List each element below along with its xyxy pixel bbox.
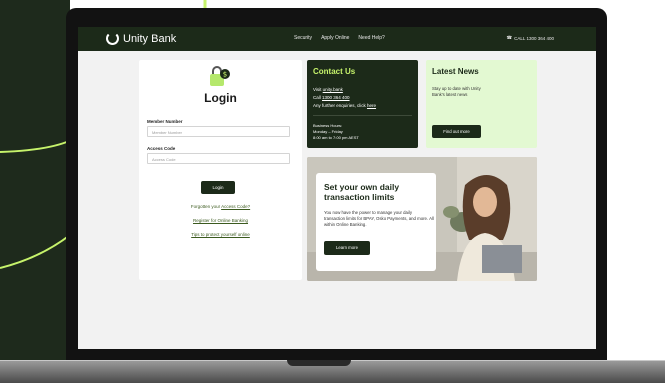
member-number-label: Member Number xyxy=(147,119,183,124)
promo-text: You now have the power to manage your da… xyxy=(324,210,434,227)
contact-call: Call 1300 364 400 xyxy=(313,95,350,100)
access-code-input[interactable]: Access Code xyxy=(147,153,290,164)
website-link[interactable]: unity.bank xyxy=(323,87,343,92)
nav-link-apply[interactable]: Apply Online xyxy=(321,35,349,41)
promo-title: Set your own daily transaction limits xyxy=(324,182,400,202)
contact-card: Contact Us Visit unity.bank Call 1300 36… xyxy=(307,60,418,148)
svg-text:$: $ xyxy=(223,71,227,79)
contact-title: Contact Us xyxy=(313,67,356,76)
unity-ring-icon xyxy=(106,32,119,45)
promo-card: Set your own daily transaction limits Yo… xyxy=(316,173,436,271)
register-link[interactable]: Register for Online Banking xyxy=(139,218,302,223)
tips-link[interactable]: Tips to protect yourself online xyxy=(139,232,302,237)
promo-banner: Set your own daily transaction limits Yo… xyxy=(307,157,537,281)
contact-enquiries: Any further enquiries, click here xyxy=(313,103,376,108)
hours-days: Monday – Friday xyxy=(313,129,343,134)
phone-icon: ☎ xyxy=(506,35,513,40)
call-prefix: Call xyxy=(313,95,323,100)
browser-screen: Unity Bank Security Apply Online Need He… xyxy=(78,27,596,349)
brand-logo[interactable]: Unity Bank xyxy=(106,32,176,45)
laptop-notch xyxy=(287,360,351,366)
login-button[interactable]: Login xyxy=(201,181,235,194)
learn-more-button[interactable]: Learn more xyxy=(324,241,370,255)
hours-time: 8:00 am to 7:00 pm AEST xyxy=(313,135,359,140)
member-number-input[interactable]: Member Number xyxy=(147,126,290,137)
access-code-label: Access Code xyxy=(147,146,176,151)
phone-link[interactable]: 1300 364 400 xyxy=(322,95,350,100)
news-title: Latest News xyxy=(432,67,479,76)
contact-divider xyxy=(313,115,412,116)
login-title: Login xyxy=(204,91,237,105)
news-card: Latest News Stay up to date with Unity B… xyxy=(426,60,537,148)
nav-link-security[interactable]: Security xyxy=(294,35,312,41)
forgot-prefix: Forgotten your xyxy=(190,204,222,209)
hours-title: Business Hours: xyxy=(313,123,343,128)
login-card: $ Login Member Number Member Number Acce… xyxy=(139,60,302,280)
forgot-code-line: Forgotten your Access Code? xyxy=(139,204,302,209)
forgot-code-link[interactable]: Access Code? xyxy=(221,204,250,209)
news-text: Stay up to date with Unity Bank's latest… xyxy=(432,86,481,97)
contact-visit: Visit unity.bank xyxy=(313,87,343,92)
call-text: CALL 1300 364 400 xyxy=(514,35,554,41)
padlock-coin-icon: $ xyxy=(210,66,230,86)
brand-name: Unity Bank xyxy=(123,32,177,45)
visit-prefix: Visit xyxy=(313,87,323,92)
top-nav: Unity Bank Security Apply Online Need He… xyxy=(78,27,596,51)
enquiries-link[interactable]: here xyxy=(367,103,376,108)
call-link[interactable]: ☎ CALL 1300 364 400 xyxy=(507,35,554,41)
find-out-more-button[interactable]: Find out more xyxy=(432,125,481,138)
nav-link-help[interactable]: Need Help? xyxy=(358,35,384,41)
enquiries-prefix: Any further enquiries, click xyxy=(313,103,368,108)
nav-links: Security Apply Online Need Help? xyxy=(294,35,385,41)
